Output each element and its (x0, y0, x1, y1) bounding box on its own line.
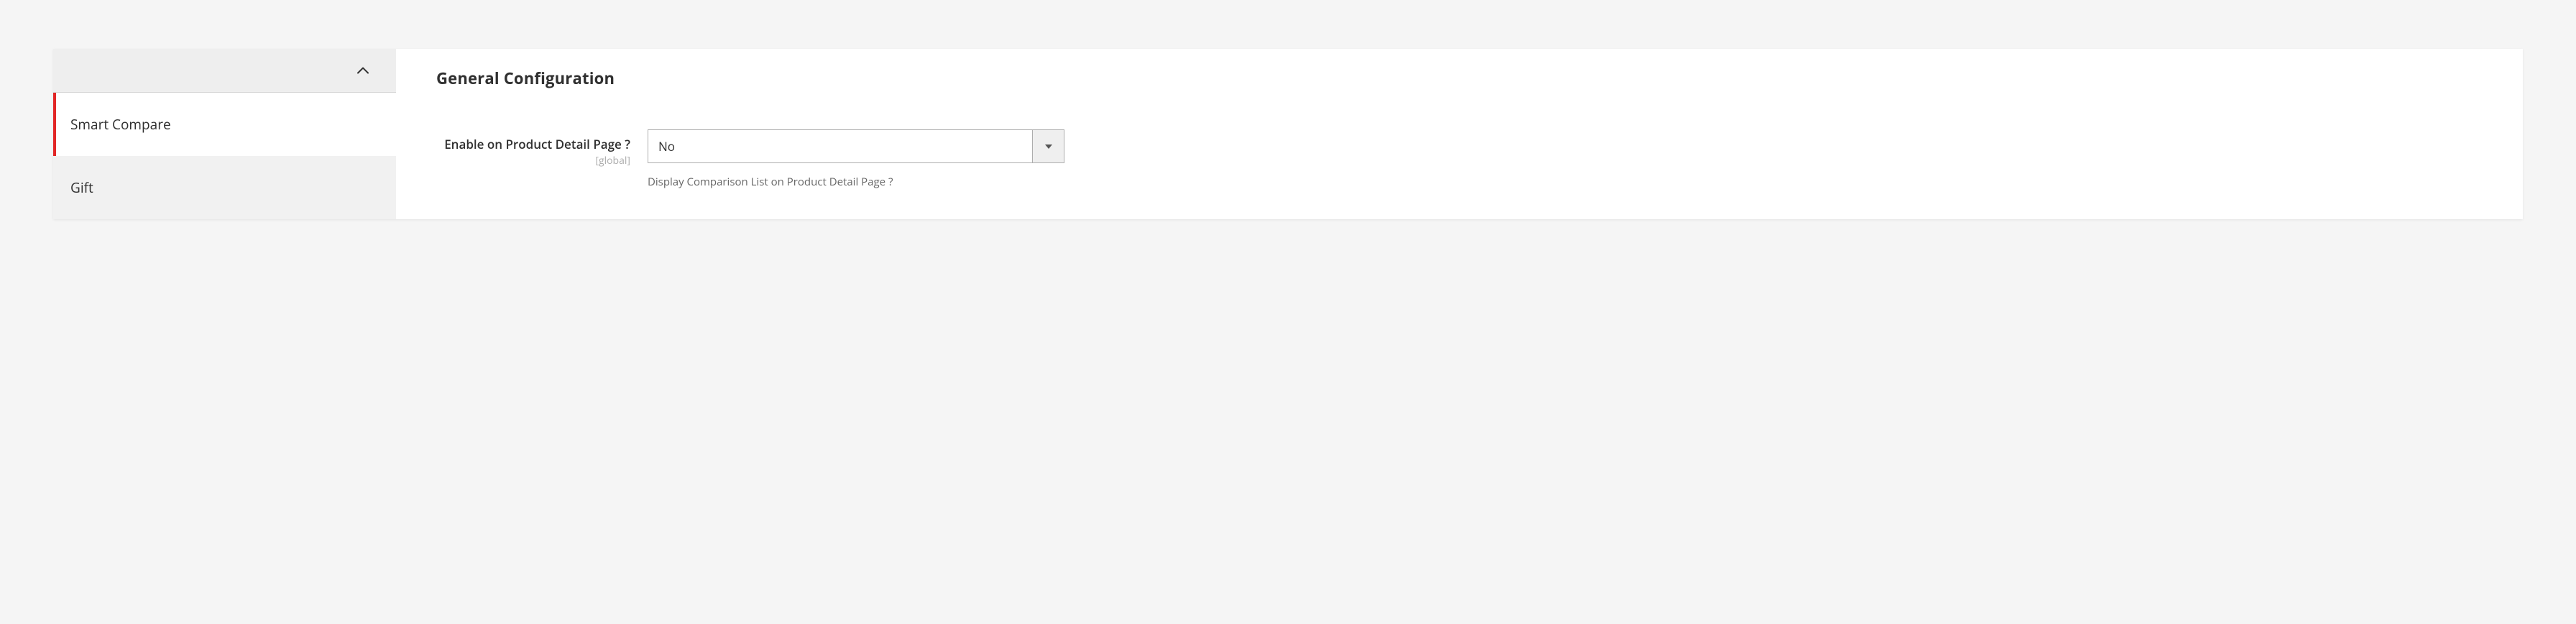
sidebar-item-smart-compare[interactable]: Smart Compare (53, 93, 396, 156)
content-area: General Configuration Enable on Product … (396, 49, 2523, 219)
caret-down-icon (1032, 130, 1064, 162)
field-label-column: Enable on Product Detail Page ? [global] (436, 129, 630, 168)
sidebar-item-gift[interactable]: Gift (53, 156, 396, 219)
section-title: General Configuration (436, 68, 2483, 89)
chevron-up-icon (356, 63, 370, 78)
field-hint: Display Comparison List on Product Detai… (648, 175, 1064, 189)
enable-pdp-select[interactable]: No (648, 129, 1064, 163)
config-panel: Smart Compare Gift General Configuration… (53, 49, 2523, 219)
sidebar-collapse-header[interactable] (53, 49, 396, 93)
sidebar-item-label: Gift (70, 178, 93, 197)
field-enable-pdp: Enable on Product Detail Page ? [global]… (436, 129, 2483, 189)
field-control-column: No Display Comparison List on Product De… (648, 129, 1064, 189)
field-scope: [global] (436, 154, 630, 168)
sidebar-item-label: Smart Compare (70, 115, 171, 134)
field-label: Enable on Product Detail Page ? (436, 137, 630, 152)
select-value: No (648, 130, 1032, 162)
sidebar: Smart Compare Gift (53, 49, 396, 219)
